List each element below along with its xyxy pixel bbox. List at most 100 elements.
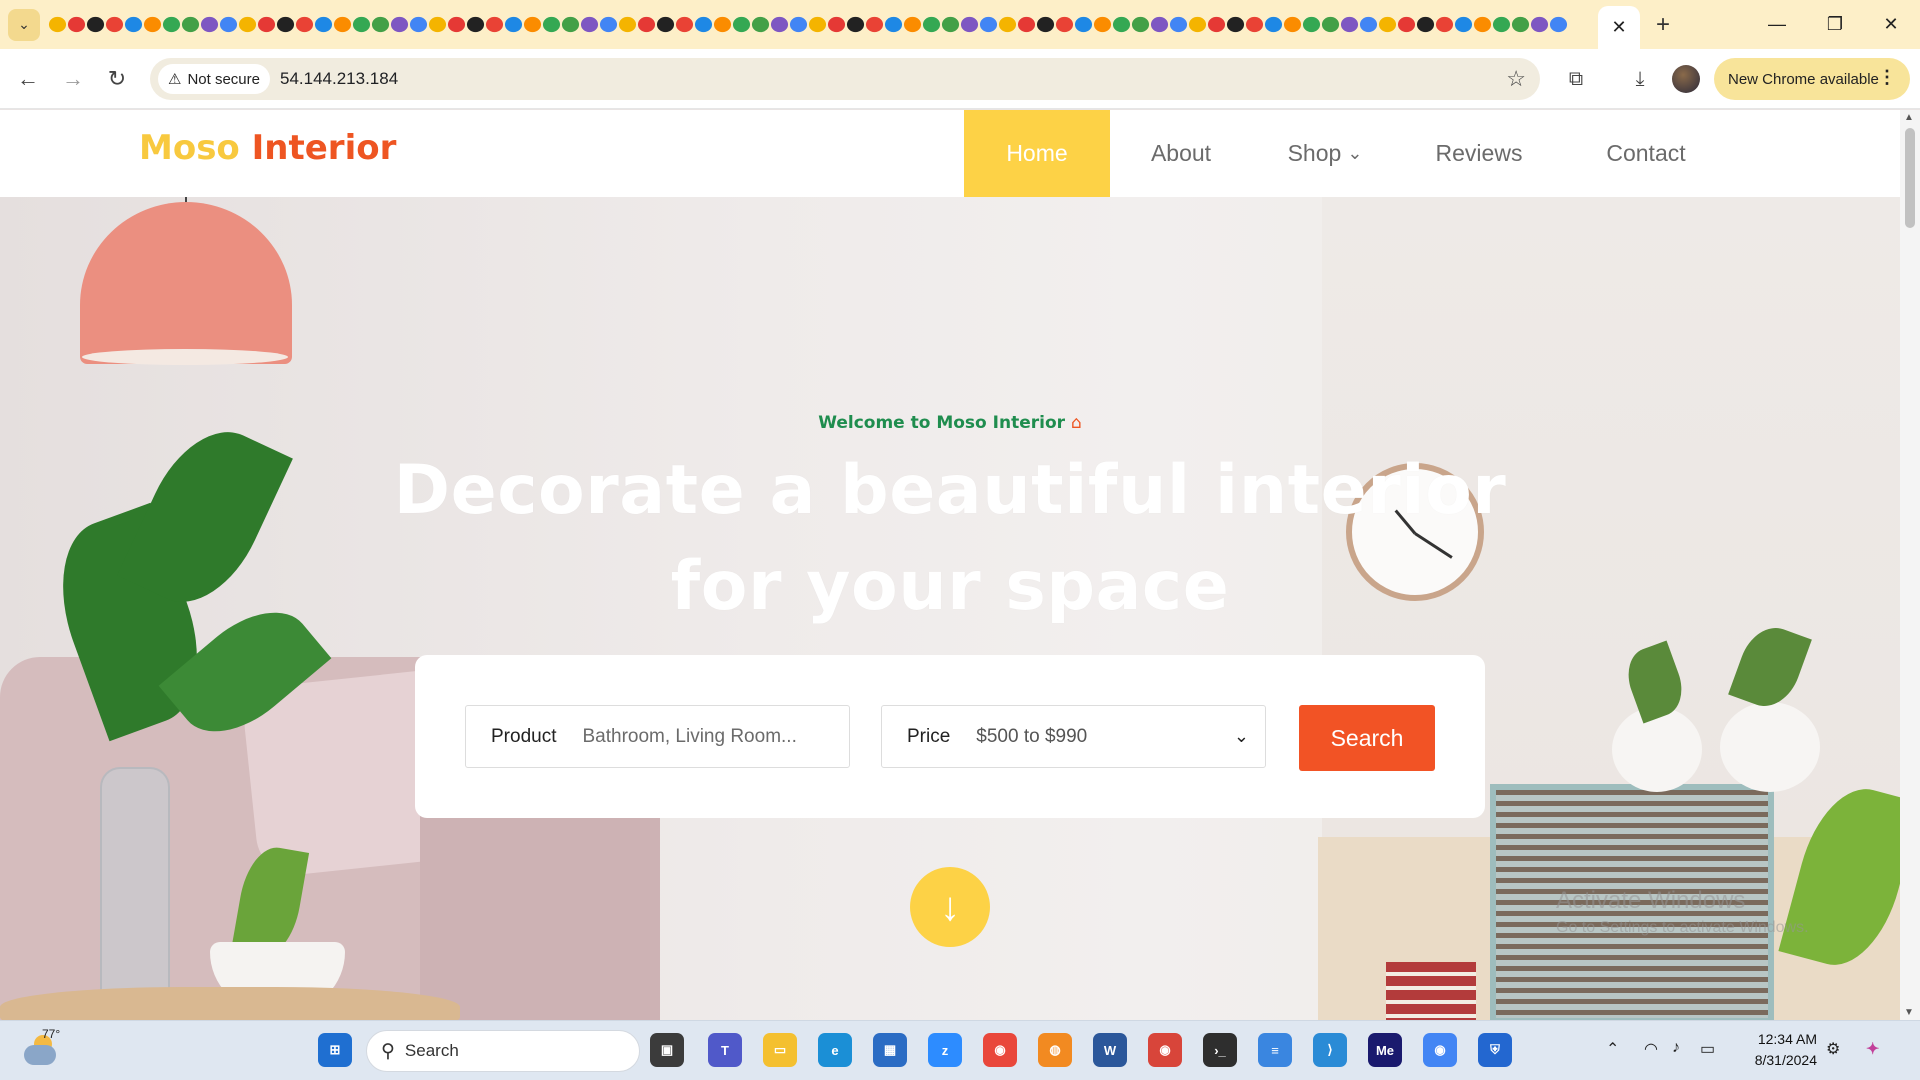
nav-item-about[interactable]: About: [1110, 110, 1252, 197]
url-text[interactable]: 54.144.213.184: [280, 69, 398, 89]
pinned-tab-favicon[interactable]: [865, 16, 884, 33]
pinned-tab-favicon[interactable]: [770, 16, 789, 33]
pinned-tab-favicon[interactable]: [1473, 16, 1492, 33]
pinned-tab-favicon[interactable]: [124, 16, 143, 33]
pinned-tab-favicon[interactable]: [827, 16, 846, 33]
chrome-icon[interactable]: ◉: [983, 1033, 1017, 1067]
pinned-tab-favicon[interactable]: [1188, 16, 1207, 33]
kebab-menu-icon[interactable]: ⋮: [1878, 67, 1896, 88]
pinned-tab-favicon[interactable]: [390, 16, 409, 33]
pinned-tab-favicon[interactable]: [485, 16, 504, 33]
pinned-tab-favicon[interactable]: [371, 16, 390, 33]
page-scrollbar[interactable]: ▲ ▼: [1900, 110, 1920, 1020]
tab-search-button[interactable]: ⌄: [8, 8, 40, 41]
pinned-tab-favicon[interactable]: [466, 16, 485, 33]
pinned-tab-favicon[interactable]: [447, 16, 466, 33]
pinned-tab-favicon[interactable]: [960, 16, 979, 33]
nav-item-shop[interactable]: Shop ⌄: [1252, 110, 1398, 197]
pinned-tab-favicon[interactable]: [1245, 16, 1264, 33]
pinned-tab-favicon[interactable]: [1378, 16, 1397, 33]
security-chip[interactable]: ⚠ Not secure: [158, 64, 270, 94]
zoom-icon[interactable]: z: [928, 1033, 962, 1067]
pinned-tab-favicon[interactable]: [333, 16, 352, 33]
pinned-tab-favicon[interactable]: [295, 16, 314, 33]
pinned-tab-favicon[interactable]: [922, 16, 941, 33]
scroll-down-button[interactable]: ↓: [910, 867, 990, 947]
start-windows-icon[interactable]: ⊞: [318, 1033, 352, 1067]
pinned-tab-favicon[interactable]: [48, 16, 67, 33]
pinned-tab-favicon[interactable]: [694, 16, 713, 33]
pinned-tab-favicon[interactable]: [257, 16, 276, 33]
task-view-icon[interactable]: ▣: [650, 1033, 684, 1067]
price-select[interactable]: Price $500 to $990 ⌄: [881, 705, 1266, 768]
pinned-tab-favicon[interactable]: [998, 16, 1017, 33]
site-logo[interactable]: Moso Interior: [139, 128, 396, 168]
update-chrome-button[interactable]: New Chrome available ⋮: [1714, 58, 1910, 100]
search-button[interactable]: Search: [1299, 705, 1435, 771]
nav-item-contact[interactable]: Contact: [1560, 110, 1732, 197]
pinned-tab-favicon[interactable]: [504, 16, 523, 33]
pinned-tab-favicon[interactable]: [808, 16, 827, 33]
pinned-tab-favicon[interactable]: [181, 16, 200, 33]
pinned-tab-favicon[interactable]: [789, 16, 808, 33]
pinned-tabs[interactable]: [48, 16, 1588, 33]
pinned-tab-favicon[interactable]: [542, 16, 561, 33]
restore-button[interactable]: ❐: [1806, 0, 1864, 49]
profile-avatar[interactable]: [1672, 65, 1700, 93]
vscode-icon[interactable]: ⟩: [1313, 1033, 1347, 1067]
close-icon[interactable]: ✕: [1611, 17, 1626, 38]
pinned-tab-favicon[interactable]: [1321, 16, 1340, 33]
copilot-icon[interactable]: ✦: [1866, 1039, 1879, 1059]
pinned-tab-favicon[interactable]: [637, 16, 656, 33]
pinned-tab-favicon[interactable]: [162, 16, 181, 33]
pinned-tab-favicon[interactable]: [1283, 16, 1302, 33]
pinned-tab-favicon[interactable]: [979, 16, 998, 33]
scrollbar-thumb[interactable]: [1905, 128, 1915, 228]
close-window-button[interactable]: ✕: [1862, 0, 1920, 49]
pinned-tab-favicon[interactable]: [1207, 16, 1226, 33]
pinned-tab-favicon[interactable]: [1017, 16, 1036, 33]
pinned-tab-favicon[interactable]: [238, 16, 257, 33]
pinned-tab-favicon[interactable]: [1169, 16, 1188, 33]
pinned-tab-favicon[interactable]: [732, 16, 751, 33]
pinned-tab-favicon[interactable]: [846, 16, 865, 33]
scroll-down-icon[interactable]: ▼: [1904, 1007, 1914, 1018]
pinned-tab-favicon[interactable]: [561, 16, 580, 33]
taskbar-search[interactable]: ⚲ Search: [366, 1030, 640, 1072]
active-tab[interactable]: ✕: [1598, 6, 1640, 49]
pinned-tab-favicon[interactable]: [1131, 16, 1150, 33]
pinned-tab-favicon[interactable]: [618, 16, 637, 33]
pinned-tab-favicon[interactable]: [751, 16, 770, 33]
edge-icon[interactable]: e: [818, 1033, 852, 1067]
pinned-tab-favicon[interactable]: [1549, 16, 1568, 33]
pinned-tab-favicon[interactable]: [1454, 16, 1473, 33]
pinned-tab-favicon[interactable]: [314, 16, 333, 33]
store-icon[interactable]: ▦: [873, 1033, 907, 1067]
address-bar[interactable]: ⚠ Not secure 54.144.213.184 ☆: [150, 58, 1540, 100]
pinned-tab-favicon[interactable]: [1264, 16, 1283, 33]
nav-item-home[interactable]: Home: [964, 110, 1110, 197]
download-icon[interactable]: ⤓: [1622, 61, 1658, 97]
media-encoder-icon[interactable]: Me: [1368, 1033, 1402, 1067]
product-field[interactable]: Product: [465, 705, 850, 768]
pinned-tab-favicon[interactable]: [200, 16, 219, 33]
pinned-tab-favicon[interactable]: [941, 16, 960, 33]
pinned-tab-favicon[interactable]: [86, 16, 105, 33]
teams-icon[interactable]: T: [708, 1033, 742, 1067]
pinned-tab-favicon[interactable]: [713, 16, 732, 33]
pinned-tab-favicon[interactable]: [656, 16, 675, 33]
pinned-tab-favicon[interactable]: [1435, 16, 1454, 33]
pinned-tab-favicon[interactable]: [675, 16, 694, 33]
pinned-tab-favicon[interactable]: [1036, 16, 1055, 33]
notepad-icon[interactable]: ≡: [1258, 1033, 1292, 1067]
new-tab-button[interactable]: +: [1648, 10, 1678, 40]
nav-item-reviews[interactable]: Reviews: [1398, 110, 1560, 197]
pinned-tab-favicon[interactable]: [352, 16, 371, 33]
bookmark-star-icon[interactable]: ☆: [1506, 66, 1526, 92]
forward-button[interactable]: →: [55, 61, 91, 97]
pinned-tab-favicon[interactable]: [580, 16, 599, 33]
pinned-tab-favicon[interactable]: [599, 16, 618, 33]
pinned-tab-favicon[interactable]: [523, 16, 542, 33]
pinned-tab-favicon[interactable]: [1530, 16, 1549, 33]
pinned-tab-favicon[interactable]: [1093, 16, 1112, 33]
